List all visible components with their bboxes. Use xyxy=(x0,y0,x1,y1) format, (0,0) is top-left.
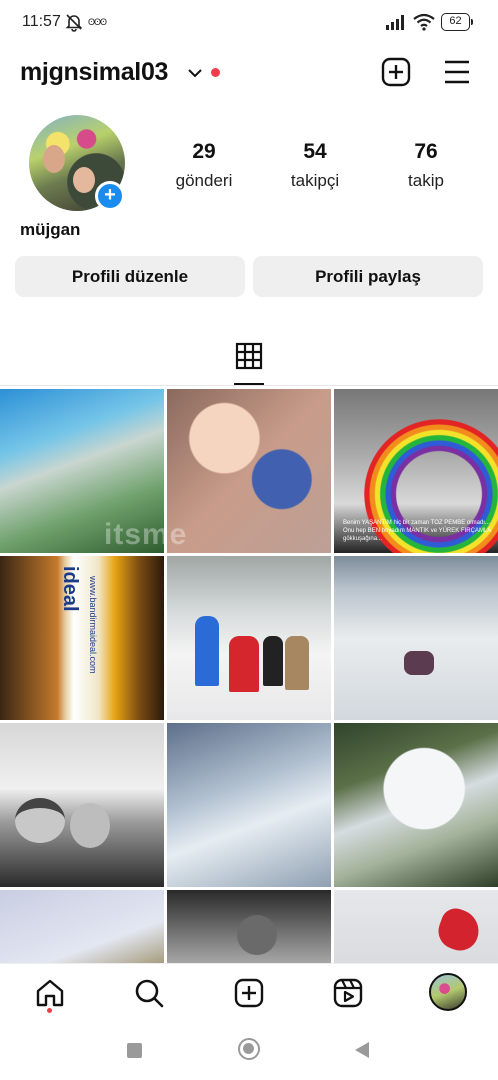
status-time: 11:57 xyxy=(22,13,61,30)
battery-icon: 62 xyxy=(441,13,473,31)
brand-text: ideal xyxy=(59,566,81,612)
menu-icon[interactable] xyxy=(443,59,471,85)
bell-off-icon xyxy=(65,14,83,32)
following-label: takip xyxy=(408,171,444,190)
url-text: www.bandirmaideal.com xyxy=(88,576,98,674)
grid-icon[interactable] xyxy=(234,341,264,371)
watermark: itsme xyxy=(104,518,188,551)
profile-avatar-nav[interactable] xyxy=(429,973,467,1011)
profile-avatar-container[interactable]: + xyxy=(29,115,125,211)
post-thumbnail[interactable]: Benim YAŞANTIM hiç bir zaman TOZ PEMBE o… xyxy=(334,389,498,553)
home-button-icon[interactable] xyxy=(238,1038,260,1060)
notification-dots-icon: ʘʘʘ xyxy=(88,17,107,27)
posts-label: gönderi xyxy=(175,171,233,190)
battery-level: 62 xyxy=(449,15,462,27)
home-notification-dot xyxy=(47,1008,52,1013)
recents-icon[interactable] xyxy=(127,1043,142,1058)
chevron-down-icon[interactable] xyxy=(187,67,203,79)
post-thumbnail[interactable] xyxy=(0,890,164,963)
new-post-icon[interactable] xyxy=(381,57,411,87)
followers-count: 54 xyxy=(303,140,327,163)
stat-posts[interactable]: 29 gönderi xyxy=(154,140,254,191)
notification-dot xyxy=(211,68,220,77)
post-thumbnail[interactable] xyxy=(167,389,331,553)
share-profile-button[interactable]: Profili paylaş xyxy=(253,256,483,297)
post-thumbnail[interactable] xyxy=(167,723,331,887)
following-count: 76 xyxy=(414,140,438,163)
reels-icon[interactable] xyxy=(332,977,364,1009)
wifi-icon xyxy=(413,13,435,31)
divider xyxy=(0,385,498,386)
post-grid: Benim YAŞANTIM hiç bir zaman TOZ PEMBE o… xyxy=(0,389,498,963)
post-thumbnail[interactable] xyxy=(334,890,498,963)
bottom-nav xyxy=(0,963,498,1021)
plus-icon: + xyxy=(104,184,116,206)
followers-label: takipçi xyxy=(290,171,340,190)
post-thumbnail[interactable] xyxy=(0,723,164,887)
stat-following[interactable]: 76 takip xyxy=(376,140,476,191)
username[interactable]: mjgnsimal03 xyxy=(20,58,168,87)
status-bar: 11:57 ʘʘʘ 62 xyxy=(0,0,498,44)
post-thumbnail[interactable]: ideal www.bandirmaideal.com xyxy=(0,556,164,720)
add-story-button[interactable]: + xyxy=(95,181,125,211)
back-icon[interactable] xyxy=(355,1042,369,1058)
profile-header: mjgnsimal03 xyxy=(0,50,498,96)
post-thumbnail[interactable] xyxy=(167,890,331,963)
post-thumbnail[interactable] xyxy=(334,723,498,887)
post-thumbnail[interactable] xyxy=(334,556,498,720)
edit-profile-button[interactable]: Profili düzenle xyxy=(15,256,245,297)
create-icon[interactable] xyxy=(233,977,265,1009)
home-icon[interactable] xyxy=(34,977,66,1009)
post-caption-overlay: Benim YAŞANTIM hiç bir zaman TOZ PEMBE o… xyxy=(343,520,491,542)
stat-followers[interactable]: 54 takipçi xyxy=(265,140,365,191)
posts-count: 29 xyxy=(192,140,216,163)
signal-icon xyxy=(386,15,404,30)
display-name: müjgan xyxy=(20,220,81,239)
search-icon[interactable] xyxy=(133,977,165,1009)
post-thumbnail[interactable] xyxy=(167,556,331,720)
